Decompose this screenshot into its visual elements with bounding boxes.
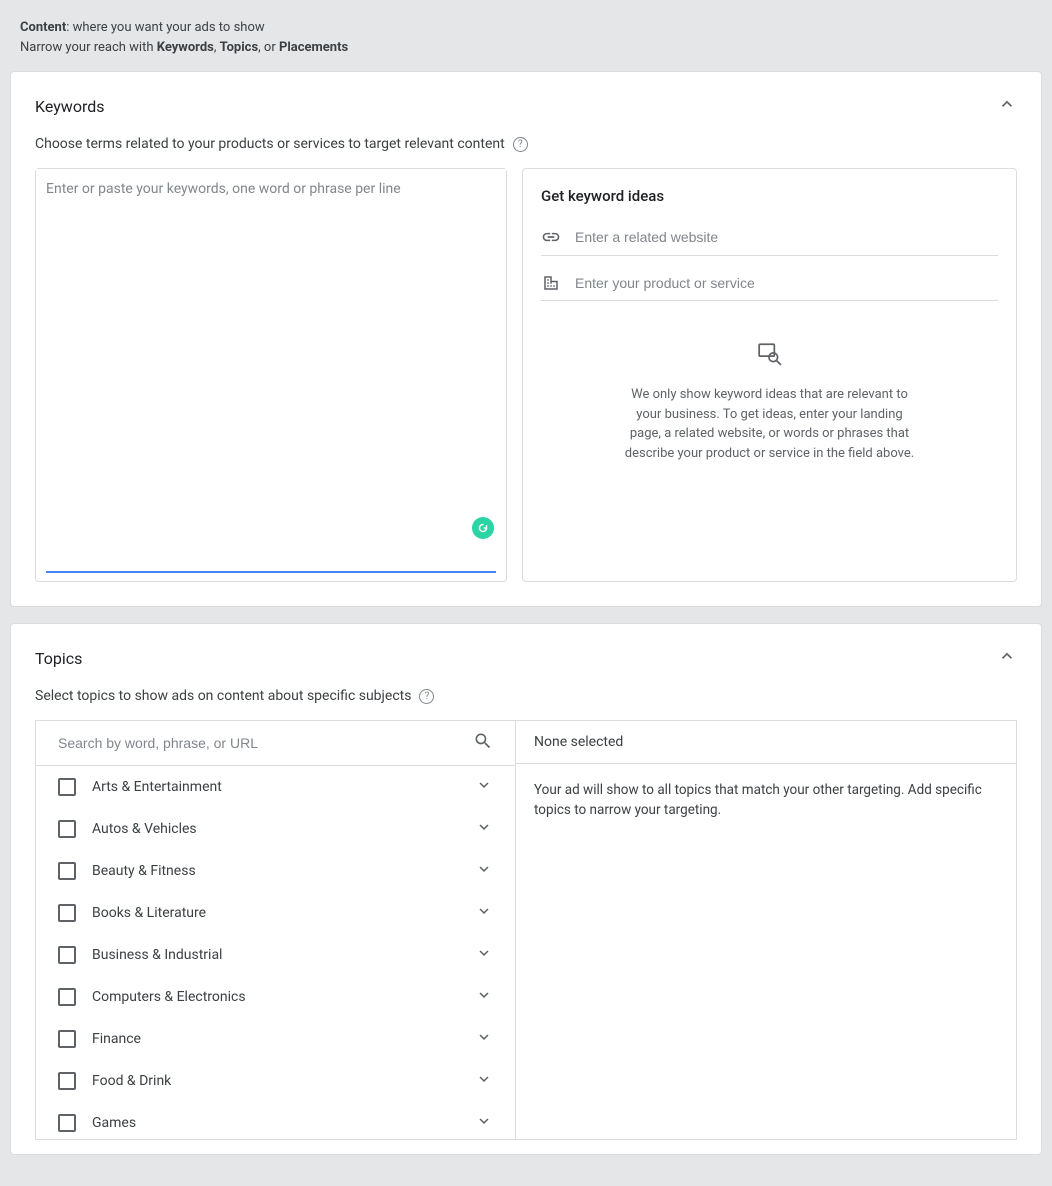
keywords-collapse-toggle[interactable]	[997, 94, 1017, 118]
grammarly-icon[interactable]	[472, 517, 494, 539]
keyword-ideas-panel: Get keyword ideas	[522, 168, 1017, 582]
topic-label: Arts & Entertainment	[92, 779, 475, 795]
chevron-down-icon[interactable]	[475, 944, 493, 966]
topic-item[interactable]: Arts & Entertainment	[36, 766, 515, 808]
topic-item[interactable]: Games	[36, 1102, 515, 1139]
link-icon	[541, 227, 561, 247]
page-header: Content: where you want your ads to show…	[0, 0, 1052, 71]
chevron-down-icon[interactable]	[475, 860, 493, 882]
topic-label: Autos & Vehicles	[92, 821, 475, 837]
chevron-up-icon	[997, 646, 1017, 670]
topic-label: Games	[92, 1115, 475, 1131]
topic-label: Finance	[92, 1031, 475, 1047]
website-input-row	[541, 221, 998, 256]
chevron-down-icon[interactable]	[475, 776, 493, 798]
topics-bold: Topics	[220, 40, 259, 55]
search-icon[interactable]	[473, 731, 493, 755]
topic-checkbox[interactable]	[58, 946, 76, 964]
chevron-down-icon[interactable]	[475, 1070, 493, 1092]
topics-left-panel: Arts & Entertainment Autos & Vehicles Beau…	[36, 721, 516, 1139]
topics-title: Topics	[35, 649, 82, 668]
topics-info-text: Your ad will show to all topics that mat…	[516, 764, 1016, 837]
topics-subtitle: Select topics to show ads on content abo…	[35, 688, 411, 704]
topic-checkbox[interactable]	[58, 1030, 76, 1048]
ideas-empty-icon	[541, 341, 998, 367]
topic-item[interactable]: Books & Literature	[36, 892, 515, 934]
topic-checkbox[interactable]	[58, 904, 76, 922]
chevron-down-icon[interactable]	[475, 1112, 493, 1134]
topic-checkbox[interactable]	[58, 1114, 76, 1132]
header-line-1: Content: where you want your ads to show	[20, 18, 1032, 38]
content-label: Content	[20, 20, 66, 35]
topic-label: Books & Literature	[92, 905, 475, 921]
chevron-down-icon[interactable]	[475, 902, 493, 924]
keywords-bold: Keywords	[157, 40, 214, 55]
topic-checkbox[interactable]	[58, 988, 76, 1006]
header-line-2: Narrow your reach with Keywords, Topics,…	[20, 38, 1032, 58]
keywords-textarea[interactable]	[36, 169, 506, 571]
topic-label: Beauty & Fitness	[92, 863, 475, 879]
topic-item[interactable]: Beauty & Fitness	[36, 850, 515, 892]
chevron-down-icon[interactable]	[475, 1028, 493, 1050]
textarea-focus-underline	[46, 571, 496, 573]
topics-right-panel: None selected Your ad will show to all t…	[516, 721, 1016, 1139]
ideas-title: Get keyword ideas	[541, 187, 998, 205]
topic-label: Food & Drink	[92, 1073, 475, 1089]
topic-checkbox[interactable]	[58, 820, 76, 838]
topic-checkbox[interactable]	[58, 778, 76, 796]
topic-label: Business & Industrial	[92, 947, 475, 963]
empty-ideas-state: We only show keyword ideas that are rele…	[541, 341, 998, 463]
topic-item[interactable]: Food & Drink	[36, 1060, 515, 1102]
chevron-up-icon	[997, 94, 1017, 118]
website-input[interactable]	[575, 229, 998, 245]
topic-item[interactable]: Business & Industrial	[36, 934, 515, 976]
topics-card: Topics Select topics to show ads on cont…	[10, 623, 1042, 1155]
topic-checkbox[interactable]	[58, 1072, 76, 1090]
keywords-input-box	[35, 168, 507, 582]
help-icon[interactable]: ?	[513, 137, 528, 152]
topics-search-input[interactable]	[58, 735, 473, 751]
help-icon[interactable]: ?	[419, 689, 434, 704]
topic-list[interactable]: Arts & Entertainment Autos & Vehicles Beau…	[36, 766, 515, 1139]
topics-collapse-toggle[interactable]	[997, 646, 1017, 670]
empty-ideas-text: We only show keyword ideas that are rele…	[620, 385, 920, 463]
none-selected-label: None selected	[516, 721, 1016, 764]
product-input-row	[541, 268, 998, 301]
topic-item[interactable]: Autos & Vehicles	[36, 808, 515, 850]
chevron-down-icon[interactable]	[475, 986, 493, 1008]
placements-bold: Placements	[279, 40, 348, 55]
grid-icon	[541, 274, 561, 292]
content-desc: : where you want your ads to show	[66, 20, 264, 35]
keywords-title: Keywords	[35, 97, 105, 116]
keywords-card: Keywords Choose terms related to your pr…	[10, 71, 1042, 607]
topic-label: Computers & Electronics	[92, 989, 475, 1005]
topic-checkbox[interactable]	[58, 862, 76, 880]
chevron-down-icon[interactable]	[475, 818, 493, 840]
product-input[interactable]	[575, 275, 998, 291]
keywords-subtitle: Choose terms related to your products or…	[35, 136, 505, 152]
topic-item[interactable]: Finance	[36, 1018, 515, 1060]
topic-item[interactable]: Computers & Electronics	[36, 976, 515, 1018]
